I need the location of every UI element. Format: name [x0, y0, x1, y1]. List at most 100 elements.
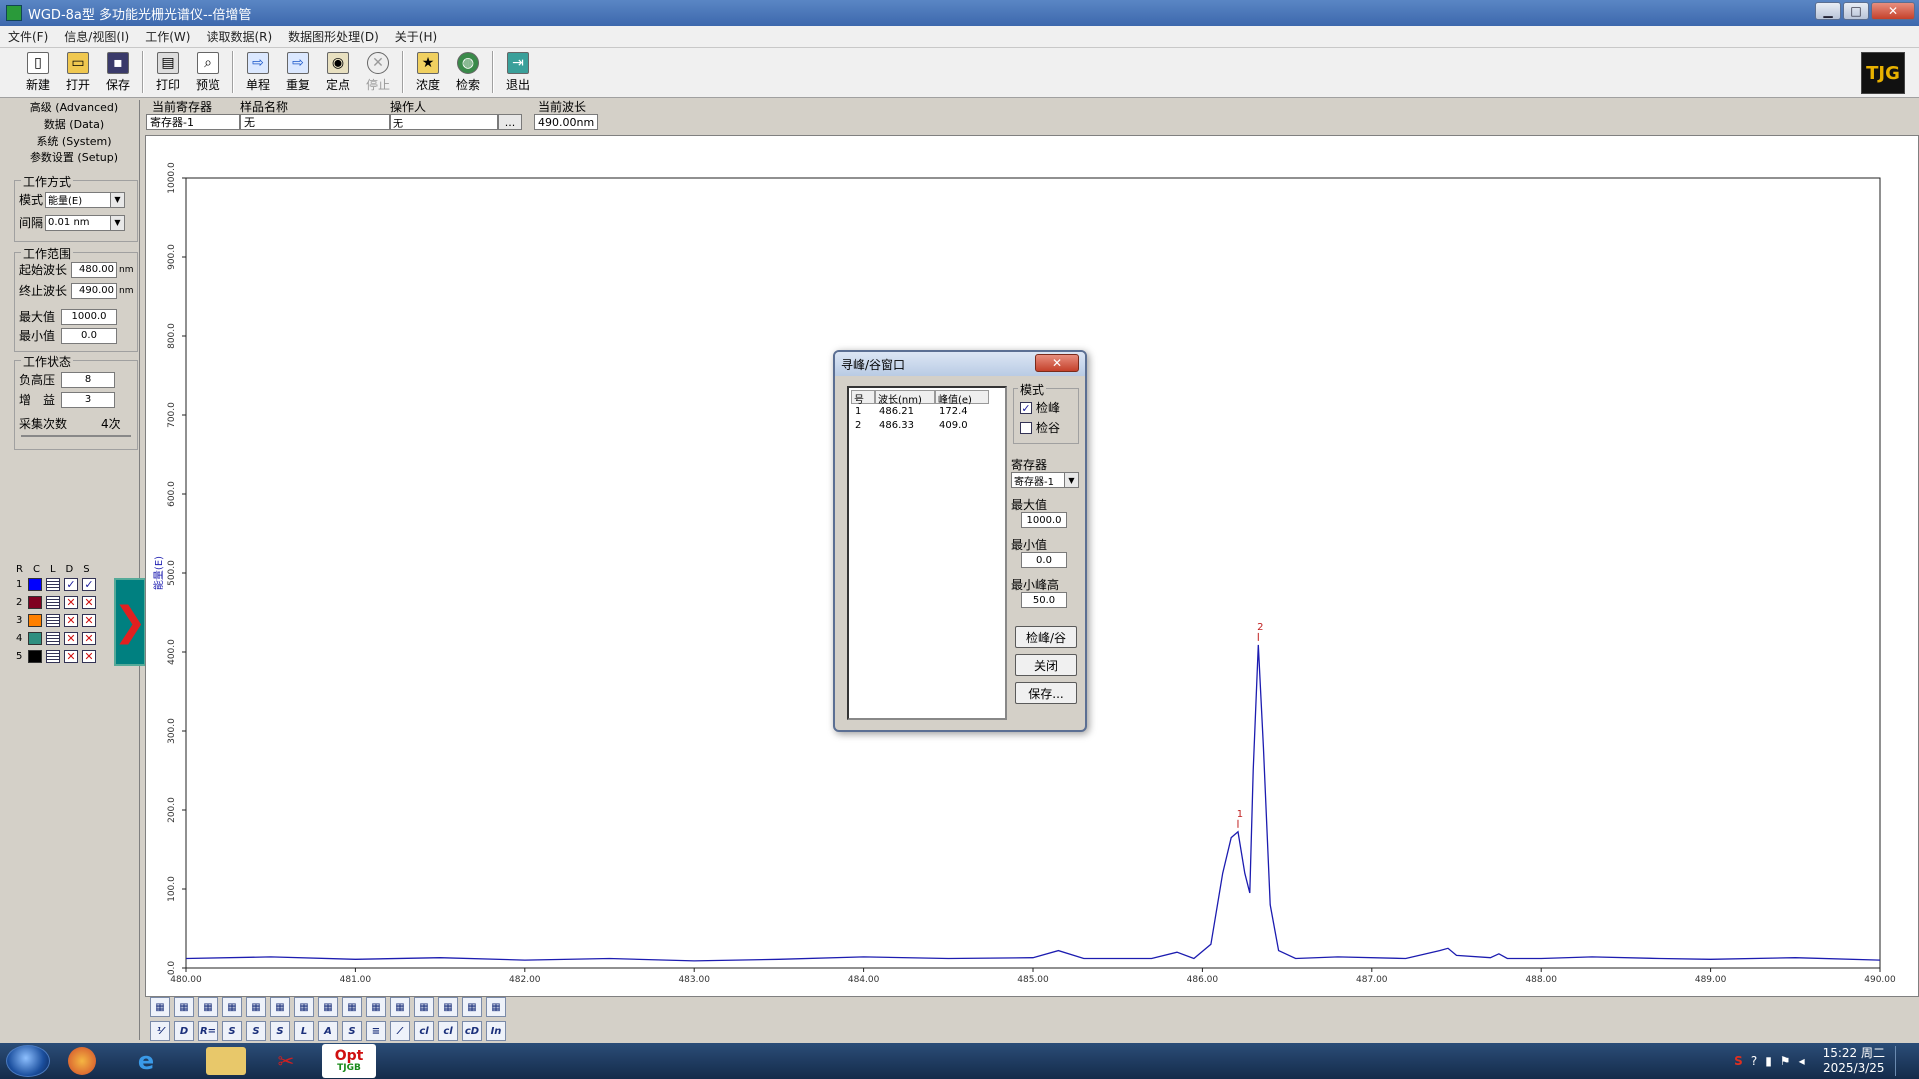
report-icon[interactable]: ▦: [486, 997, 506, 1017]
tab-data[interactable]: 数据 (Data): [8, 117, 140, 133]
dialog-close-button[interactable]: 关闭: [1015, 654, 1077, 676]
explorer-icon[interactable]: [206, 1047, 246, 1075]
tab-setup[interactable]: 参数设置 (Setup): [8, 150, 140, 166]
menu-about[interactable]: 关于(H): [387, 28, 445, 45]
mode-select[interactable]: 能量(E) ▼: [45, 191, 125, 208]
operator-select[interactable]: 无 ▼: [390, 114, 512, 130]
menu-file[interactable]: 文件(F): [0, 28, 56, 45]
open-button[interactable]: ▭ 打开: [58, 48, 98, 96]
tab-advanced[interactable]: 高级 (Advanced): [8, 100, 140, 116]
crosshair-icon[interactable]: ▦: [174, 997, 194, 1017]
chart-tool-7-icon[interactable]: L: [294, 1021, 314, 1041]
chart-tool-9-icon[interactable]: S: [342, 1021, 362, 1041]
chart-tool-11-icon[interactable]: ⁄: [390, 1021, 410, 1041]
interval-select[interactable]: 0.01 nm ▼: [45, 214, 125, 231]
line-style-icon[interactable]: [46, 578, 60, 591]
dialog-max-input[interactable]: 1000.0: [1021, 512, 1067, 528]
dialog-min-peak-input[interactable]: 50.0: [1021, 592, 1067, 608]
chart-tool-8-icon[interactable]: A: [318, 1021, 338, 1041]
zoom-in-icon[interactable]: ▦: [198, 997, 218, 1017]
list-item[interactable]: 1 486.21 172.4: [851, 406, 989, 417]
line-style-icon[interactable]: [46, 632, 60, 645]
chart-tool-5-icon[interactable]: S: [246, 1021, 266, 1041]
expand-v-icon[interactable]: ▦: [246, 997, 266, 1017]
copy-icon[interactable]: ▦: [366, 997, 386, 1017]
maximize-button[interactable]: □: [1843, 2, 1869, 20]
start-wavelength-input[interactable]: 480.00: [71, 261, 117, 278]
dialog-register-select[interactable]: 寄存器-1 ▼: [1011, 472, 1079, 488]
axis-alt-icon[interactable]: ▦: [462, 997, 482, 1017]
dialog-save-button[interactable]: 保存...: [1015, 682, 1077, 704]
flag-icon[interactable]: ⚑: [1780, 1054, 1791, 1068]
dialog-min-input[interactable]: 0.0: [1021, 552, 1067, 568]
zoom-out-icon[interactable]: ▦: [270, 997, 290, 1017]
detect-peak-valley-button[interactable]: 检峰/谷: [1015, 626, 1077, 648]
chart-tool-13-icon[interactable]: cl: [438, 1021, 458, 1041]
chart-tool-3-icon[interactable]: R=: [198, 1021, 218, 1041]
chart-tool-2-icon[interactable]: D: [174, 1021, 194, 1041]
browser-icon[interactable]: e: [126, 1047, 166, 1075]
image-icon[interactable]: ▦: [342, 997, 362, 1017]
end-wavelength-input[interactable]: 490.00: [71, 282, 117, 299]
scale-icon[interactable]: ▦: [390, 997, 410, 1017]
line-style-icon[interactable]: [46, 614, 60, 627]
tab-system[interactable]: 系统 (System): [8, 134, 140, 150]
display-checkbox[interactable]: ✕: [64, 650, 78, 663]
select-checkbox[interactable]: ✓: [82, 578, 96, 591]
single-scan-button[interactable]: ⇨ 单程: [238, 48, 278, 96]
max-value-input[interactable]: 1000.0: [61, 308, 117, 325]
chart-tool-6-icon[interactable]: S: [270, 1021, 290, 1041]
min-value-input[interactable]: 0.0: [61, 327, 117, 344]
concentration-button[interactable]: ★ 浓度: [408, 48, 448, 96]
app-launcher-icon[interactable]: [68, 1047, 96, 1075]
high-voltage-input[interactable]: 8: [61, 371, 115, 388]
peak-icon[interactable]: ▦: [294, 997, 314, 1017]
line-style-icon[interactable]: [46, 596, 60, 609]
detect-peak-checkbox[interactable]: ✓: [1020, 401, 1032, 414]
menu-work[interactable]: 工作(W): [137, 28, 198, 45]
register-color-swatch[interactable]: [28, 614, 42, 627]
line-style-icon[interactable]: [46, 650, 60, 663]
select-checkbox[interactable]: ✕: [82, 614, 96, 627]
search-button[interactable]: ◍ 检索: [448, 48, 488, 96]
table-icon[interactable]: ▦: [414, 997, 434, 1017]
more-button[interactable]: ...: [498, 114, 522, 130]
register-color-swatch[interactable]: [28, 596, 42, 609]
register-color-swatch[interactable]: [28, 632, 42, 645]
opt-app-button[interactable]: Opt TJGB: [322, 1044, 376, 1078]
chart-tool-12-icon[interactable]: cl: [414, 1021, 434, 1041]
list-item[interactable]: 2 486.33 409.0: [851, 420, 989, 431]
sample-count-slider[interactable]: [21, 435, 131, 437]
chart-tool-14-icon[interactable]: cD: [462, 1021, 482, 1041]
network-icon[interactable]: ▮: [1765, 1054, 1772, 1068]
detect-valley-checkbox[interactable]: [1020, 421, 1032, 434]
preview-button[interactable]: ⌕ 预览: [188, 48, 228, 96]
grid-icon[interactable]: ▦: [150, 997, 170, 1017]
exit-button[interactable]: ⇥ 退出: [498, 48, 538, 96]
start-button[interactable]: [6, 1045, 50, 1077]
select-checkbox[interactable]: ✕: [82, 632, 96, 645]
peak-list[interactable]: 号 波长(nm) 峰值(e) 1 486.21 172.4 2 486.33 4…: [847, 386, 1007, 720]
multi-peak-icon[interactable]: ▦: [318, 997, 338, 1017]
display-checkbox[interactable]: ✓: [64, 578, 78, 591]
volume-icon[interactable]: ◂: [1799, 1054, 1805, 1068]
minimize-button[interactable]: ▁: [1815, 2, 1841, 20]
show-desktop-button[interactable]: [1895, 1046, 1909, 1076]
fixed-point-button[interactable]: ◉ 定点: [318, 48, 358, 96]
help-icon[interactable]: ?: [1751, 1054, 1757, 1068]
new-button[interactable]: ▯ 新建: [18, 48, 58, 96]
dialog-close-icon[interactable]: ✕: [1035, 354, 1079, 372]
chart-tool-10-icon[interactable]: ≡: [366, 1021, 386, 1041]
menu-data-graph[interactable]: 数据图形处理(D): [280, 28, 387, 45]
select-checkbox[interactable]: ✕: [82, 596, 96, 609]
expand-arrow-button[interactable]: ❯: [113, 578, 147, 666]
chart-tool-1-icon[interactable]: ⅟: [150, 1021, 170, 1041]
gain-input[interactable]: 3: [61, 391, 115, 408]
input-method-icon[interactable]: S: [1734, 1054, 1743, 1068]
axis-icon[interactable]: ▦: [438, 997, 458, 1017]
chart-tool-4-icon[interactable]: S: [222, 1021, 242, 1041]
display-checkbox[interactable]: ✕: [64, 614, 78, 627]
menu-read-data[interactable]: 读取数据(R): [198, 28, 280, 45]
register-color-swatch[interactable]: [28, 578, 42, 591]
chart-tool-15-icon[interactable]: In: [486, 1021, 506, 1041]
